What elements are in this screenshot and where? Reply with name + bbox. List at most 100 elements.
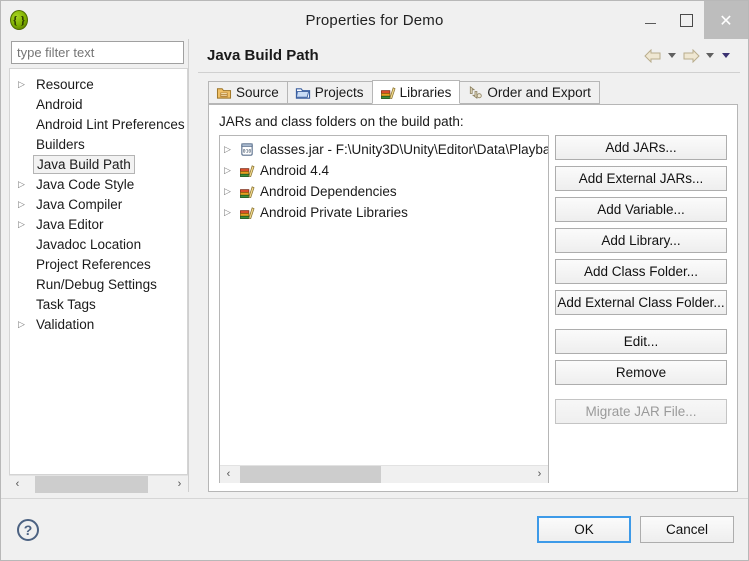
- forward-history-chevron-down-icon[interactable]: [706, 53, 714, 58]
- tab-label: Source: [236, 85, 279, 100]
- sidebar-item-project-references[interactable]: ▷Project References: [10, 254, 187, 274]
- maximize-button[interactable]: [668, 1, 704, 39]
- jar-icon: 010: [241, 142, 253, 156]
- sidebar-item-label: Java Editor: [36, 216, 104, 232]
- expand-triangle-icon[interactable]: ▷: [18, 314, 34, 334]
- tab-projects[interactable]: Projects: [286, 81, 373, 104]
- books-icon: [380, 86, 396, 99]
- close-button[interactable]: ✕: [704, 1, 748, 39]
- title-bar: { } Properties for Demo ✕: [1, 1, 748, 39]
- sidebar-scroll-thumb[interactable]: [34, 475, 148, 493]
- filter-container: [9, 39, 188, 68]
- tab-bar: Source Projects Libraries Order and Export: [198, 80, 740, 104]
- build-path-entry[interactable]: ▷ Android Dependencies: [220, 181, 548, 202]
- sidebar-item-java-editor[interactable]: ▷ Java Editor: [10, 214, 187, 234]
- settings-sidebar: ▷Resource▷Android▷Android Lint Preferenc…: [9, 39, 189, 493]
- footer-button-group: OK Cancel: [537, 516, 734, 543]
- jar-icon: 010: [239, 142, 257, 158]
- books-icon: [380, 85, 396, 100]
- properties-dialog: { } Properties for Demo ✕ ▷Resource▷Andr…: [0, 0, 749, 561]
- add-jars-button[interactable]: Add JARs...: [555, 135, 727, 160]
- sidebar-item-label: Java Build Path: [33, 154, 135, 174]
- build-path-entry-label: classes.jar - F:\Unity3D\Unity\Editor\Da…: [260, 142, 548, 157]
- view-menu-chevron-down-icon[interactable]: [722, 53, 730, 58]
- jar-scroll-thumb[interactable]: [239, 465, 382, 483]
- library-icon: [240, 206, 255, 219]
- scroll-right-icon[interactable]: ›: [171, 475, 188, 493]
- settings-tree-list: ▷Resource▷Android▷Android Lint Preferenc…: [10, 69, 187, 334]
- build-path-tree[interactable]: ▷ 010 classes.jar - F:\Unity3D\Unity\Edito…: [219, 135, 549, 483]
- sidebar-item-label: Java Compiler: [36, 196, 123, 212]
- tab-label: Order and Export: [487, 85, 591, 100]
- sidebar-item-label: Android Lint Preferences: [36, 116, 185, 132]
- filter-input[interactable]: [11, 41, 184, 64]
- order-export-icon: [467, 85, 483, 100]
- sidebar-item-android[interactable]: ▷Android: [10, 94, 187, 114]
- sidebar-scroll-track[interactable]: [26, 475, 171, 493]
- sidebar-item-label: Task Tags: [36, 296, 96, 312]
- jar-scroll-right-icon[interactable]: ›: [531, 465, 548, 483]
- sidebar-item-run-debug-settings[interactable]: ▷Run/Debug Settings: [10, 274, 187, 294]
- forward-arrow-icon[interactable]: [682, 48, 700, 63]
- build-path-entry-label: Android Dependencies: [260, 184, 397, 199]
- sidebar-item-resource[interactable]: ▷ Resource: [10, 74, 187, 94]
- build-path-entry-list: ▷ 010 classes.jar - F:\Unity3D\Unity\Edito…: [220, 136, 548, 465]
- sidebar-item-label: Project References: [36, 256, 151, 272]
- tab-order-and-export[interactable]: Order and Export: [459, 81, 600, 104]
- sidebar-item-android-lint-preferences[interactable]: ▷Android Lint Preferences: [10, 114, 187, 134]
- expand-triangle-icon[interactable]: ▷: [224, 207, 239, 218]
- build-path-entry-label: Android Private Libraries: [260, 205, 408, 220]
- dialog-footer: ? OK Cancel: [1, 498, 748, 560]
- libraries-content: ▷ 010 classes.jar - F:\Unity3D\Unity\Edito…: [219, 135, 727, 483]
- sidebar-item-javadoc-location[interactable]: ▷Javadoc Location: [10, 234, 187, 254]
- build-path-entry[interactable]: ▷ Android Private Libraries: [220, 202, 548, 223]
- tab-libraries[interactable]: Libraries: [371, 80, 461, 104]
- libraries-action-buttons: Add JARs... Add External JARs... Add Varia…: [555, 135, 727, 483]
- scroll-left-icon[interactable]: ‹: [9, 475, 26, 493]
- add-external-jars-button[interactable]: Add External JARs...: [555, 166, 727, 191]
- expand-triangle-icon[interactable]: ▷: [18, 194, 34, 214]
- jar-scroll-left-icon[interactable]: ‹: [220, 465, 237, 483]
- add-variable-button[interactable]: Add Variable...: [555, 197, 727, 222]
- java-project-icon: { }: [8, 9, 30, 31]
- page-nav-tools: [644, 48, 732, 63]
- tab-label: Libraries: [399, 84, 452, 100]
- settings-tree[interactable]: ▷Resource▷Android▷Android Lint Preferenc…: [9, 68, 188, 475]
- edit-button[interactable]: Edit...: [555, 329, 727, 354]
- remove-button[interactable]: Remove: [555, 360, 727, 385]
- cancel-button[interactable]: Cancel: [640, 516, 734, 543]
- libraries-tab-panel: JARs and class folders on the build path…: [208, 104, 738, 492]
- build-path-entry[interactable]: ▷ Android 4.4: [220, 160, 548, 181]
- sidebar-item-validation[interactable]: ▷ Validation: [10, 314, 187, 334]
- back-arrow-icon[interactable]: [644, 48, 662, 63]
- jar-scroll-track[interactable]: [237, 465, 531, 483]
- sidebar-item-java-code-style[interactable]: ▷ Java Code Style: [10, 174, 187, 194]
- build-path-entry[interactable]: ▷ 010 classes.jar - F:\Unity3D\Unity\Edito…: [220, 139, 548, 160]
- back-history-chevron-down-icon[interactable]: [668, 53, 676, 58]
- add-library-button[interactable]: Add Library...: [555, 228, 727, 253]
- sidebar-horizontal-scrollbar[interactable]: ‹ ›: [9, 475, 188, 493]
- add-class-folder-button[interactable]: Add Class Folder...: [555, 259, 727, 284]
- sidebar-item-builders[interactable]: ▷Builders: [10, 134, 187, 154]
- tab-label: Projects: [314, 85, 364, 100]
- expand-triangle-icon[interactable]: ▷: [224, 144, 239, 155]
- page-title: Java Build Path: [207, 47, 319, 64]
- libraries-description: JARs and class folders on the build path…: [219, 114, 464, 129]
- sidebar-item-java-compiler[interactable]: ▷ Java Compiler: [10, 194, 187, 214]
- sidebar-item-java-build-path[interactable]: ▷Java Build Path: [10, 154, 187, 174]
- sidebar-item-label: Run/Debug Settings: [36, 276, 157, 292]
- sidebar-item-task-tags[interactable]: ▷Task Tags: [10, 294, 187, 314]
- library-icon: [239, 205, 257, 221]
- build-path-horizontal-scrollbar[interactable]: ‹ ›: [220, 465, 548, 483]
- expand-triangle-icon[interactable]: ▷: [224, 165, 239, 176]
- tab-source[interactable]: Source: [208, 81, 288, 104]
- expand-triangle-icon[interactable]: ▷: [18, 214, 34, 234]
- help-question-icon[interactable]: ?: [17, 518, 39, 541]
- ok-button[interactable]: OK: [537, 516, 631, 543]
- minimize-button[interactable]: [632, 1, 668, 39]
- expand-triangle-icon[interactable]: ▷: [18, 174, 34, 194]
- expand-triangle-icon[interactable]: ▷: [18, 74, 34, 94]
- add-external-class-folder-button[interactable]: Add External Class Folder...: [555, 290, 727, 315]
- expand-triangle-icon[interactable]: ▷: [224, 186, 239, 197]
- sidebar-item-label: Validation: [36, 316, 95, 332]
